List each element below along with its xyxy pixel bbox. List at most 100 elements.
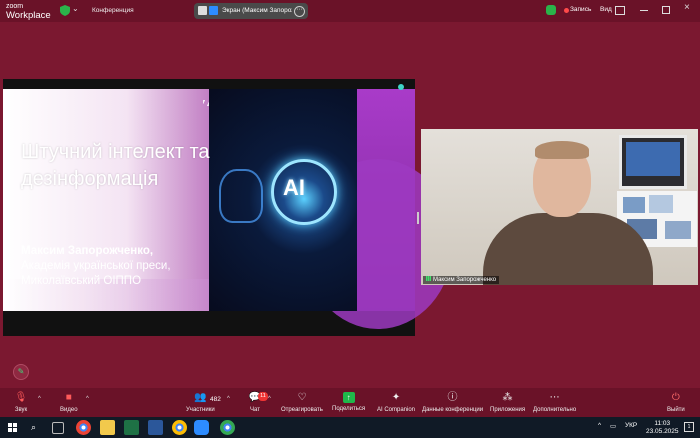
slide: AI Штучний інтелект та дезінформація Мак…: [3, 89, 453, 329]
ai-companion-button[interactable]: ✦ AI Companion: [377, 392, 415, 413]
leave-button[interactable]: ⏻ Выйти: [667, 392, 685, 413]
slide-title-line2: дезінформація: [21, 168, 159, 190]
apps-label: Приложения: [490, 407, 526, 413]
slide-dot: [398, 84, 404, 90]
signal-icon: [426, 276, 431, 281]
more-options-icon[interactable]: ⋯: [294, 6, 305, 17]
meeting-info-label: Данные конференции: [422, 407, 484, 413]
wall-board: [619, 135, 687, 189]
sparkle-icon: ✦: [391, 392, 401, 403]
camera-off-icon: ■: [65, 392, 72, 403]
top-bar: zoom Workplace ⌄ Конференция Экран (Макс…: [0, 0, 700, 22]
notification-icon[interactable]: 1: [684, 422, 694, 432]
share-label: Экран (Максим Запорожче: [222, 7, 292, 14]
photo-2: [649, 195, 673, 213]
meeting-info-button[interactable]: ⓘ Данные конференции: [422, 392, 483, 413]
person-body: [483, 213, 653, 285]
task-view-icon[interactable]: [52, 422, 64, 434]
ai-head-graphic: [219, 169, 263, 223]
share-label-toolbar: Поделиться: [332, 406, 366, 412]
view-label[interactable]: Вид: [600, 6, 612, 13]
photo-1: [623, 197, 645, 213]
chrome-icon[interactable]: [76, 420, 91, 435]
photo-4: [665, 221, 691, 239]
slide-title-line1: Штучний інтелект та: [21, 141, 210, 163]
leave-icon: ⏻: [671, 392, 680, 403]
leave-label: Выйти: [667, 407, 685, 413]
excel-icon[interactable]: [124, 420, 139, 435]
screen-icon: [198, 6, 207, 15]
react-button[interactable]: ♡ Отреагировать: [281, 392, 323, 413]
zoom-share-icon: [209, 6, 218, 15]
windows-taskbar: ⌕ ^ ▭ УКР 11:03 23.05.2025 1: [0, 417, 700, 438]
annotate-icon[interactable]: ✎: [13, 364, 29, 380]
start-q4: [13, 428, 17, 432]
start-q2: [13, 423, 17, 427]
minimize-icon[interactable]: [640, 10, 648, 11]
author-affiliation-1: Академія української преси,: [21, 260, 171, 272]
zoom-taskbar-icon[interactable]: [194, 420, 209, 435]
ai-text: AI: [283, 175, 305, 200]
participants-count: 482: [210, 396, 221, 403]
chevron-down-icon[interactable]: ⌄: [72, 4, 79, 13]
apps-button[interactable]: ⁂ Приложения: [490, 392, 525, 413]
ai-illustration: AI: [209, 89, 357, 311]
record-icon: [564, 8, 569, 13]
author-affiliation-2: Миколаївський ОІППО: [21, 275, 142, 287]
view-grid-icon[interactable]: [615, 6, 625, 15]
mic-muted-icon: 🎙: [14, 392, 28, 403]
board-screen: [626, 142, 680, 176]
more-button[interactable]: ⋯ Дополнительно: [533, 392, 576, 413]
participants-label: Участники: [186, 407, 215, 413]
clock-date: 23.05.2025: [646, 428, 679, 435]
encryption-icon[interactable]: [546, 5, 556, 15]
network-icon[interactable]: ▭: [610, 422, 616, 430]
participants-caret-icon[interactable]: ^: [227, 396, 230, 402]
video-button[interactable]: ■ Видео: [60, 392, 78, 413]
close-icon[interactable]: ×: [684, 2, 690, 13]
logo-workplace: Workplace: [6, 10, 51, 21]
slide-author: Максим Запорожченко, Академія українсько…: [21, 244, 171, 289]
apps-icon: ⁂: [502, 392, 513, 403]
participant-name: Максим Запорожченко: [433, 277, 497, 283]
start-q3: [8, 428, 12, 432]
person-hair: [535, 141, 589, 159]
share-button[interactable]: ↑ Поделиться: [332, 392, 365, 412]
share-screen-icon: ↑: [342, 392, 355, 403]
more-icon: ⋯: [549, 392, 560, 403]
author-name: Максим Запорожченко,: [21, 245, 154, 257]
audio-button[interactable]: 🎙 Звук: [14, 392, 28, 413]
participant-name-tag: Максим Запорожченко: [423, 276, 500, 284]
clock-time: 11:03: [654, 420, 671, 427]
chat-caret-icon[interactable]: ^: [268, 396, 271, 402]
maximize-icon[interactable]: [662, 6, 670, 14]
word-icon[interactable]: [148, 420, 163, 435]
shared-screen: AI Штучний інтелект та дезінформація Мак…: [3, 79, 453, 336]
chat-badge: 11: [258, 392, 268, 401]
lang-indicator[interactable]: УКР: [625, 422, 637, 429]
chat-label: Чат: [250, 407, 260, 413]
tray-chevron-icon[interactable]: ^: [598, 422, 601, 429]
slide-title: Штучний інтелект та дезінформація: [21, 139, 210, 193]
shield-icon[interactable]: [60, 5, 70, 16]
video-label: Видео: [60, 407, 78, 413]
screen-share-pill[interactable]: Экран (Максим Запорожче ⋯: [194, 3, 308, 19]
windows-start-icon[interactable]: [8, 423, 18, 433]
zoom-logo: zoom Workplace: [6, 2, 51, 20]
recording-label[interactable]: Запись: [570, 6, 591, 13]
audio-caret-icon[interactable]: ^: [38, 396, 41, 402]
chrome-icon-2[interactable]: [172, 420, 187, 435]
info-icon: ⓘ: [447, 392, 458, 403]
video-caret-icon[interactable]: ^: [86, 396, 89, 402]
participant-video[interactable]: Максим Запорожченко: [421, 129, 698, 285]
ai-companion-label: AI Companion: [377, 407, 416, 413]
conference-label[interactable]: Конференция: [92, 7, 134, 14]
search-icon[interactable]: ⌕: [31, 422, 36, 433]
chrome-icon-3[interactable]: [220, 420, 235, 435]
react-label: Отреагировать: [281, 407, 323, 413]
audio-label: Звук: [14, 407, 28, 413]
clock[interactable]: 11:03 23.05.2025: [646, 420, 679, 436]
panel-splitter[interactable]: [417, 212, 419, 224]
heart-icon: ♡: [297, 392, 307, 403]
file-explorer-icon[interactable]: [100, 420, 115, 435]
